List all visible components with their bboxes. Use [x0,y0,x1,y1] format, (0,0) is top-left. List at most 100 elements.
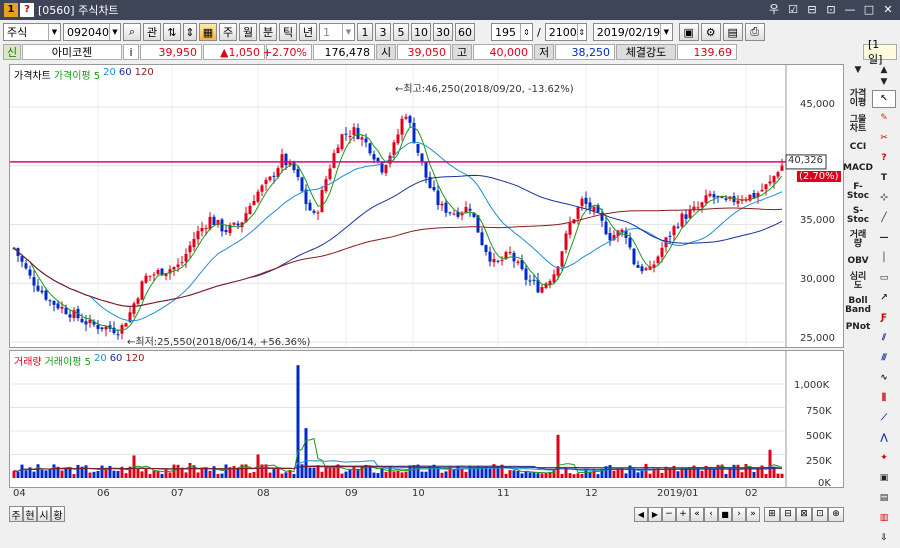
interval-5-button[interactable]: 5 [393,23,409,41]
up-down-arrows-icon[interactable]: ⇅ [163,23,181,41]
close-icon[interactable]: ✕ [880,2,896,17]
magnifier-icon[interactable]: ⌕ [123,23,141,41]
settings-icon[interactable]: ⚙ [700,23,721,41]
eraser-icon[interactable]: ✎ [872,108,896,128]
volume-bar [484,467,488,478]
scroll-left-icon[interactable]: ◀ [634,506,648,522]
spin-arrows-icon[interactable]: ⇕ [576,24,586,40]
indicator-pnot-button[interactable]: PNot [846,318,871,336]
zoom-in-icon[interactable]: + [676,506,690,522]
panel-icon[interactable]: ⊟ [780,506,796,522]
tab-status[interactable]: 황 [51,506,65,522]
list-tool-icon[interactable]: ▤ [872,488,896,508]
indicator-obv-button[interactable]: OBV [846,252,870,270]
indicator-sstoc-button[interactable]: S-Stoc [846,204,870,228]
first-icon[interactable]: « [690,506,704,522]
period-week-button[interactable]: 주 [219,23,237,41]
panel-down-icon[interactable]: ▼ [846,64,870,76]
prev-icon[interactable]: ‹ [704,506,718,522]
print-icon[interactable]: ⎙ [744,23,765,41]
volume-chart-svg[interactable] [10,351,843,487]
indicator-macd-button[interactable]: MACD [843,156,873,180]
tab-current[interactable]: 현 [23,506,37,522]
volume-bar [232,465,236,478]
last-icon[interactable]: » [746,506,760,522]
window-control-check-icon[interactable]: ☑ [785,2,801,17]
period-minute-button[interactable]: 분 [259,23,277,41]
total-stepper[interactable]: 2100 ⇕ [544,23,587,41]
zoom-out-icon[interactable]: − [662,506,676,522]
stop-icon[interactable]: ■ [718,506,732,522]
horizontal-line-icon[interactable]: — [872,228,896,248]
split-icon[interactable]: ⊠ [796,506,812,522]
fibonacci-tool-icon[interactable]: Ƒ [872,308,896,328]
interval-60-button[interactable]: 60 [455,23,475,41]
delete-tool-icon[interactable]: ✂ [872,128,896,148]
window-control-layout-icon[interactable]: ⊟ [804,2,820,17]
help-tool-icon[interactable]: ? [872,148,896,168]
indicator-psy-button[interactable]: 심리도 [846,270,870,294]
save-icon[interactable]: ▤ [722,23,743,41]
market-select[interactable]: 주식 ▼ [3,23,61,41]
spin-arrows-icon[interactable]: ⇕ [520,24,532,40]
rectangle-tool-icon[interactable]: ▭ [872,268,896,288]
window-control-split-icon[interactable]: ⊡ [823,2,839,17]
panel-up-icon[interactable]: ▲ [872,64,896,76]
indicator-ma-button[interactable]: 가격이평 [846,86,870,112]
period-year-button[interactable]: 년 [299,23,317,41]
indicator-boll-button[interactable]: Boll Band [845,294,871,318]
indicator-fstoc-button[interactable]: F-Stoc [846,180,870,204]
info-button[interactable]: i [123,44,139,60]
new-badge: 신 [3,44,21,60]
indicator-grid-button[interactable]: 그물차트 [846,112,870,138]
auto-tool-icon[interactable]: ✦ [872,448,896,468]
next-icon[interactable]: › [732,506,746,522]
volume-bar [644,463,648,478]
line-tool-icon[interactable]: ╱ [872,208,896,228]
indicator-volume-button[interactable]: 거래량 [846,228,870,252]
cross-tool-icon[interactable]: ⊹ [872,188,896,208]
screenshot-icon[interactable]: ▣ [678,23,699,41]
maximize-icon[interactable]: □ [861,2,877,17]
interval-30-button[interactable]: 30 [433,23,453,41]
interval-3-button[interactable]: 3 [375,23,391,41]
volume-chart-panel[interactable]: 거래량 거래이평 5 20 60 120 1,000K 750K 500K 25… [9,350,844,489]
relate-button[interactable]: 관 [143,23,161,41]
vertical-line-icon[interactable]: │ [872,248,896,268]
period-month-button[interactable]: 월 [239,23,257,41]
trend-tool-icon[interactable]: ⟋ [872,408,896,428]
tab-main[interactable]: 주 [9,506,23,522]
candle-tool-icon[interactable]: ⫼ [872,388,896,408]
grid-icon[interactable]: ⊞ [764,506,780,522]
fan-tool-icon[interactable]: ⫽ [872,328,896,348]
count-stepper[interactable]: 195 ⇕ [491,23,533,41]
text-tool-icon[interactable]: T [872,168,896,188]
channel-tool-icon[interactable]: ⫻ [872,348,896,368]
interval-1-button[interactable]: 1 [357,23,373,41]
wave-tool-icon[interactable]: ∿ [872,368,896,388]
help-icon[interactable]: ? [20,3,34,17]
date-picker[interactable]: 2019/02/19 ▼ [592,23,673,41]
interval-10-button[interactable]: 10 [411,23,431,41]
pattern-tool-icon[interactable]: ⋀ [872,428,896,448]
cursor-icon[interactable]: ↖ [872,90,896,108]
stock-code-input[interactable]: 092040 ▼ [63,23,121,41]
arrow-tool-icon[interactable]: ↗ [872,288,896,308]
interval-select[interactable]: 1 ▼ [319,23,355,41]
period-tick-button[interactable]: 틱 [279,23,297,41]
price-chart-panel[interactable]: 가격차트 가격이평 5 20 60 120 45,000 40,326 35,0… [9,64,844,348]
add-chart-icon[interactable]: ⊕ [828,506,844,522]
minimize-icon[interactable]: — [842,2,858,17]
tab-market[interactable]: 시 [37,506,51,522]
indicator-cci-button[interactable]: CCI [846,138,870,156]
layout-icon[interactable]: ⊡ [812,506,828,522]
calendar-day-button[interactable]: ▦ [199,23,217,41]
export-tool-icon[interactable]: ⇩ [872,528,896,548]
window-tool-icon[interactable]: ▣ [872,468,896,488]
scroll-right-icon[interactable]: ▶ [648,506,662,522]
bar-tool-icon[interactable]: ▥ [872,508,896,528]
price-chart-svg[interactable] [10,65,843,347]
panel-down-icon[interactable]: ▼ [872,76,896,88]
spin-arrows-icon[interactable]: ⇕ [183,23,197,41]
window-control-pin-icon[interactable]: 우 [766,2,782,17]
